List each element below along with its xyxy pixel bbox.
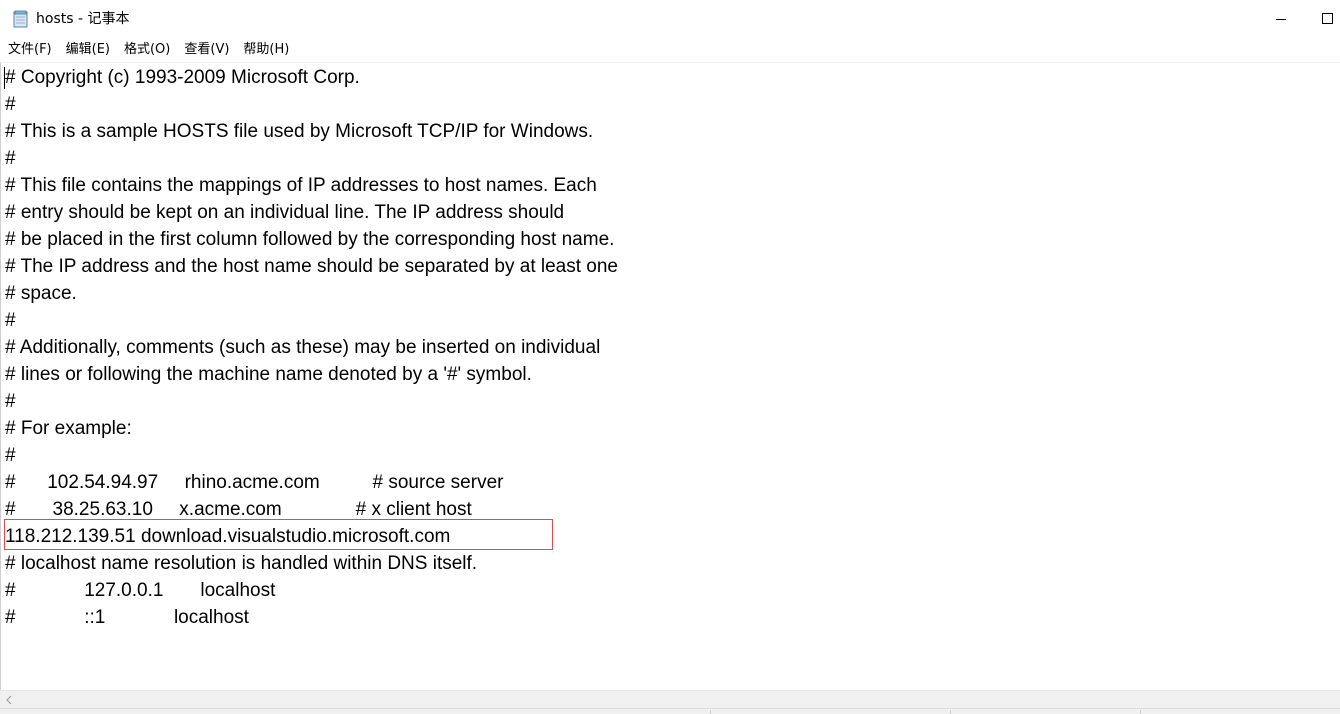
editor-line: # — [5, 148, 16, 169]
editor-line: # entry should be kept on an individual … — [5, 202, 565, 223]
menu-view[interactable]: 查看(V) — [177, 38, 236, 62]
status-separator — [950, 710, 951, 714]
menu-format[interactable]: 格式(O) — [117, 38, 177, 62]
editor-line: # — [5, 445, 16, 466]
minimize-icon — [1276, 19, 1286, 20]
editor-line: # This is a sample HOSTS file used by Mi… — [5, 121, 594, 142]
editor-line: # The IP address and the host name shoul… — [5, 256, 619, 277]
editor-line: # 127.0.0.1 localhost — [5, 580, 276, 601]
chevron-left-icon — [6, 695, 12, 704]
editor-line: # lines or following the machine name de… — [5, 364, 532, 385]
minimize-button[interactable] — [1258, 0, 1304, 38]
text-editor[interactable]: # Copyright (c) 1993-2009 Microsoft Corp… — [0, 62, 1340, 690]
title-bar[interactable]: hosts - 记事本 — [0, 0, 1340, 38]
editor-line: # ::1 localhost — [5, 607, 249, 628]
editor-lines: # Copyright (c) 1993-2009 Microsoft Corp… — [5, 64, 618, 631]
editor-line: # 38.25.63.10 x.acme.com # x client host — [5, 499, 472, 520]
maximize-icon — [1322, 13, 1333, 24]
notepad-window: hosts - 记事本 文件(F) 编辑(E) 格式(O) 查看(V) 帮助(H… — [0, 0, 1340, 714]
maximize-button[interactable] — [1304, 0, 1340, 38]
editor-line: # — [5, 94, 16, 115]
menu-bar: 文件(F) 编辑(E) 格式(O) 查看(V) 帮助(H) — [0, 38, 1340, 62]
editor-line: # space. — [5, 283, 77, 304]
editor-line: # — [5, 391, 16, 412]
editor-line: # localhost name resolution is handled w… — [5, 553, 478, 574]
editor-line: # — [5, 310, 16, 331]
status-separator — [1140, 710, 1141, 714]
notepad-icon — [13, 10, 28, 28]
menu-edit[interactable]: 编辑(E) — [59, 38, 117, 62]
horizontal-scrollbar[interactable] — [0, 690, 1340, 708]
scroll-left-button[interactable] — [0, 691, 18, 708]
menu-file[interactable]: 文件(F) — [0, 38, 59, 62]
editor-line: # This file contains the mappings of IP … — [5, 175, 597, 196]
editor-line: # For example: — [5, 418, 132, 439]
window-title: hosts - 记事本 — [36, 11, 130, 27]
editor-line: # be placed in the first column followed… — [5, 229, 615, 250]
editor-line: # Copyright (c) 1993-2009 Microsoft Corp… — [5, 67, 360, 88]
menu-help[interactable]: 帮助(H) — [236, 38, 296, 62]
editor-line-highlighted: 118.212.139.51 download.visualstudio.mic… — [5, 526, 451, 547]
status-separator — [710, 710, 711, 714]
status-bar — [0, 708, 1340, 714]
editor-line: # Additionally, comments (such as these)… — [5, 337, 601, 358]
editor-line: # 102.54.94.97 rhino.acme.com # source s… — [5, 472, 504, 493]
